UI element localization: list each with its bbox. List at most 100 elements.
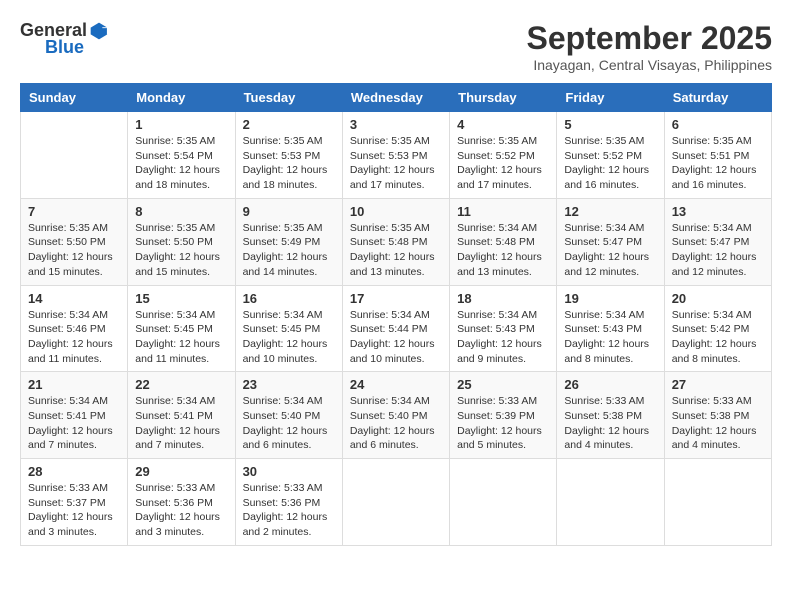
calendar-cell: 13 Sunrise: 5:34 AMSunset: 5:47 PMDayligh… (664, 198, 771, 285)
day-number: 25 (457, 377, 549, 392)
calendar-cell: 1 Sunrise: 5:35 AMSunset: 5:54 PMDaylight… (128, 112, 235, 199)
calendar-cell: 10 Sunrise: 5:35 AMSunset: 5:48 PMDayligh… (342, 198, 449, 285)
day-info: Sunrise: 5:33 AMSunset: 5:36 PMDaylight:… (243, 481, 335, 540)
calendar-cell: 19 Sunrise: 5:34 AMSunset: 5:43 PMDayligh… (557, 285, 664, 372)
day-info: Sunrise: 5:35 AMSunset: 5:50 PMDaylight:… (28, 221, 120, 280)
day-number: 18 (457, 291, 549, 306)
weekday-header-thursday: Thursday (450, 84, 557, 112)
calendar-cell: 27Sunrise: 5:33 AMSunset: 5:38 PMDayligh… (664, 372, 771, 459)
calendar-cell: 25 Sunrise: 5:33 AMSunset: 5:39 PMDayligh… (450, 372, 557, 459)
day-info: Sunrise: 5:35 AMSunset: 5:54 PMDaylight:… (135, 134, 227, 193)
weekday-header-friday: Friday (557, 84, 664, 112)
calendar-cell: 22 Sunrise: 5:34 AMSunset: 5:41 PMDayligh… (128, 372, 235, 459)
weekday-header-row: SundayMondayTuesdayWednesdayThursdayFrid… (21, 84, 772, 112)
calendar-cell: 9 Sunrise: 5:35 AMSunset: 5:49 PMDaylight… (235, 198, 342, 285)
day-info: Sunrise: 5:33 AMSunset: 5:37 PMDaylight:… (28, 481, 120, 540)
day-number: 14 (28, 291, 120, 306)
location-subtitle: Inayagan, Central Visayas, Philippines (527, 57, 772, 73)
calendar-cell (664, 459, 771, 546)
day-info: Sunrise: 5:33 AMSunset: 5:39 PMDaylight:… (457, 394, 549, 453)
calendar-cell: 5 Sunrise: 5:35 AMSunset: 5:52 PMDaylight… (557, 112, 664, 199)
calendar-cell: 23 Sunrise: 5:34 AMSunset: 5:40 PMDayligh… (235, 372, 342, 459)
day-info: Sunrise: 5:34 AMSunset: 5:41 PMDaylight:… (135, 394, 227, 453)
day-number: 13 (672, 204, 764, 219)
day-info: Sunrise: 5:35 AMSunset: 5:53 PMDaylight:… (350, 134, 442, 193)
day-info: Sunrise: 5:34 AMSunset: 5:45 PMDaylight:… (135, 308, 227, 367)
calendar-cell (557, 459, 664, 546)
day-info: Sunrise: 5:34 AMSunset: 5:40 PMDaylight:… (243, 394, 335, 453)
day-number: 19 (564, 291, 656, 306)
day-info: Sunrise: 5:34 AMSunset: 5:41 PMDaylight:… (28, 394, 120, 453)
page-header: General Blue September 2025 Inayagan, Ce… (20, 20, 772, 73)
calendar-cell: 14 Sunrise: 5:34 AMSunset: 5:46 PMDayligh… (21, 285, 128, 372)
day-number: 22 (135, 377, 227, 392)
calendar-week-4: 21 Sunrise: 5:34 AMSunset: 5:41 PMDayligh… (21, 372, 772, 459)
calendar-cell: 6 Sunrise: 5:35 AMSunset: 5:51 PMDaylight… (664, 112, 771, 199)
day-info: Sunrise: 5:35 AMSunset: 5:49 PMDaylight:… (243, 221, 335, 280)
day-number: 17 (350, 291, 442, 306)
logo-icon (89, 21, 109, 41)
day-number: 12 (564, 204, 656, 219)
title-block: September 2025 Inayagan, Central Visayas… (527, 20, 772, 73)
calendar-cell: 11 Sunrise: 5:34 AMSunset: 5:48 PMDayligh… (450, 198, 557, 285)
calendar-cell: 3 Sunrise: 5:35 AMSunset: 5:53 PMDaylight… (342, 112, 449, 199)
weekday-header-wednesday: Wednesday (342, 84, 449, 112)
logo: General Blue (20, 20, 109, 58)
day-number: 8 (135, 204, 227, 219)
weekday-header-saturday: Saturday (664, 84, 771, 112)
day-info: Sunrise: 5:34 AMSunset: 5:44 PMDaylight:… (350, 308, 442, 367)
day-number: 6 (672, 117, 764, 132)
calendar-cell: 8Sunrise: 5:35 AMSunset: 5:50 PMDaylight… (128, 198, 235, 285)
calendar-cell: 24 Sunrise: 5:34 AMSunset: 5:40 PMDayligh… (342, 372, 449, 459)
calendar-cell: 12 Sunrise: 5:34 AMSunset: 5:47 PMDayligh… (557, 198, 664, 285)
calendar-cell: 15 Sunrise: 5:34 AMSunset: 5:45 PMDayligh… (128, 285, 235, 372)
logo-blue: Blue (45, 37, 84, 58)
calendar-cell: 30 Sunrise: 5:33 AMSunset: 5:36 PMDayligh… (235, 459, 342, 546)
calendar-cell: 20Sunrise: 5:34 AMSunset: 5:42 PMDayligh… (664, 285, 771, 372)
day-info: Sunrise: 5:35 AMSunset: 5:52 PMDaylight:… (564, 134, 656, 193)
day-number: 11 (457, 204, 549, 219)
calendar-cell: 16Sunrise: 5:34 AMSunset: 5:45 PMDayligh… (235, 285, 342, 372)
month-year-title: September 2025 (527, 20, 772, 57)
day-info: Sunrise: 5:34 AMSunset: 5:47 PMDaylight:… (564, 221, 656, 280)
day-number: 23 (243, 377, 335, 392)
calendar-cell: 17 Sunrise: 5:34 AMSunset: 5:44 PMDayligh… (342, 285, 449, 372)
calendar-cell: 18 Sunrise: 5:34 AMSunset: 5:43 PMDayligh… (450, 285, 557, 372)
day-info: Sunrise: 5:35 AMSunset: 5:51 PMDaylight:… (672, 134, 764, 193)
day-number: 29 (135, 464, 227, 479)
day-info: Sunrise: 5:35 AMSunset: 5:48 PMDaylight:… (350, 221, 442, 280)
calendar-cell: 29 Sunrise: 5:33 AMSunset: 5:36 PMDayligh… (128, 459, 235, 546)
day-number: 5 (564, 117, 656, 132)
calendar-cell: 7Sunrise: 5:35 AMSunset: 5:50 PMDaylight… (21, 198, 128, 285)
day-info: Sunrise: 5:34 AMSunset: 5:42 PMDaylight:… (672, 308, 764, 367)
day-number: 3 (350, 117, 442, 132)
calendar-cell: 4Sunrise: 5:35 AMSunset: 5:52 PMDaylight… (450, 112, 557, 199)
day-info: Sunrise: 5:33 AMSunset: 5:36 PMDaylight:… (135, 481, 227, 540)
day-info: Sunrise: 5:35 AMSunset: 5:52 PMDaylight:… (457, 134, 549, 193)
calendar-week-1: 1 Sunrise: 5:35 AMSunset: 5:54 PMDaylight… (21, 112, 772, 199)
day-number: 27 (672, 377, 764, 392)
day-number: 9 (243, 204, 335, 219)
weekday-header-tuesday: Tuesday (235, 84, 342, 112)
calendar-cell: 26Sunrise: 5:33 AMSunset: 5:38 PMDayligh… (557, 372, 664, 459)
calendar-cell: 28Sunrise: 5:33 AMSunset: 5:37 PMDayligh… (21, 459, 128, 546)
day-number: 10 (350, 204, 442, 219)
calendar-cell (21, 112, 128, 199)
day-info: Sunrise: 5:34 AMSunset: 5:45 PMDaylight:… (243, 308, 335, 367)
weekday-header-sunday: Sunday (21, 84, 128, 112)
day-info: Sunrise: 5:34 AMSunset: 5:46 PMDaylight:… (28, 308, 120, 367)
weekday-header-monday: Monday (128, 84, 235, 112)
day-info: Sunrise: 5:34 AMSunset: 5:48 PMDaylight:… (457, 221, 549, 280)
day-number: 24 (350, 377, 442, 392)
day-info: Sunrise: 5:34 AMSunset: 5:43 PMDaylight:… (457, 308, 549, 367)
day-number: 15 (135, 291, 227, 306)
day-info: Sunrise: 5:33 AMSunset: 5:38 PMDaylight:… (564, 394, 656, 453)
day-number: 21 (28, 377, 120, 392)
day-info: Sunrise: 5:34 AMSunset: 5:47 PMDaylight:… (672, 221, 764, 280)
day-info: Sunrise: 5:34 AMSunset: 5:43 PMDaylight:… (564, 308, 656, 367)
day-number: 30 (243, 464, 335, 479)
day-number: 1 (135, 117, 227, 132)
calendar-cell (342, 459, 449, 546)
day-info: Sunrise: 5:34 AMSunset: 5:40 PMDaylight:… (350, 394, 442, 453)
calendar-cell: 21 Sunrise: 5:34 AMSunset: 5:41 PMDayligh… (21, 372, 128, 459)
